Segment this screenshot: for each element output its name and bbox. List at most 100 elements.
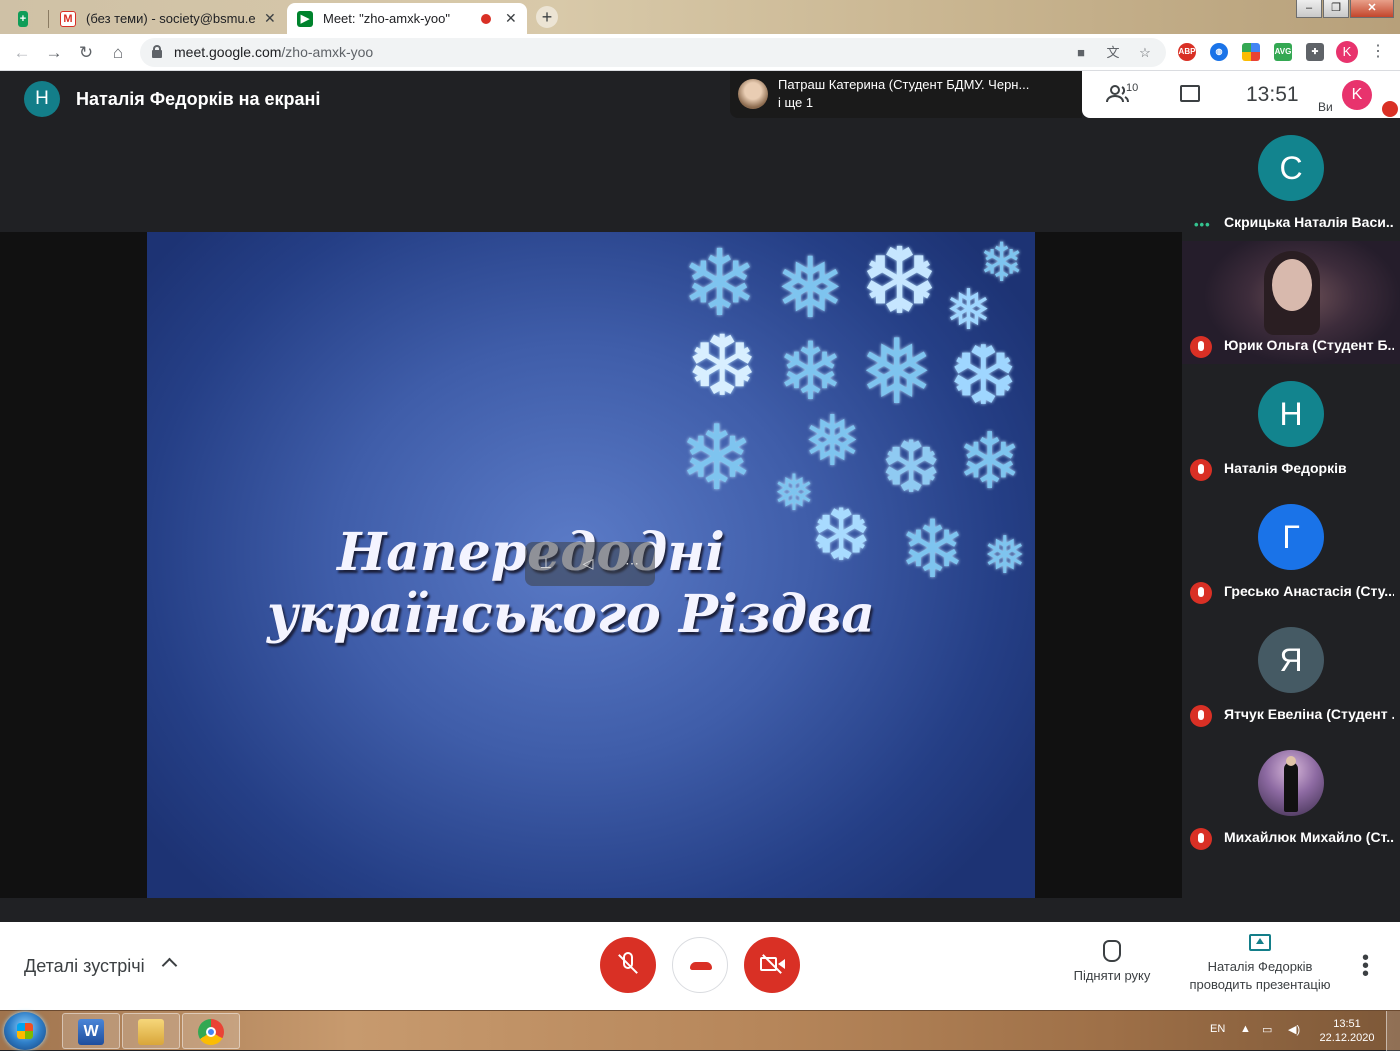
taskbar-app-explorer[interactable] (122, 1013, 180, 1049)
snowflake-icon: ❆ (949, 331, 1018, 422)
participant-tile[interactable]: Г Гресько Анастасія (Сту... (1182, 487, 1400, 610)
participant-avatar: Г (1258, 504, 1324, 570)
presenter-title: Наталія Федорків на екрані (76, 88, 321, 109)
snowflake-icon: ❄ (777, 327, 845, 416)
word-icon: W (78, 1019, 104, 1045)
presentation-status-button[interactable]: Наталія Федорків проводить презентацію (1180, 934, 1340, 994)
snowflake-icon: ❆ (861, 232, 939, 333)
presenting-label: Наталія Федорків проводить презентацію (1189, 959, 1331, 992)
system-clock[interactable]: 13:51 22.12.2020 (1318, 1017, 1376, 1045)
translate-icon[interactable]: 文 (1104, 44, 1122, 62)
chat-icon[interactable] (1180, 85, 1200, 102)
snowflake-icon: ❅ (859, 323, 935, 423)
participant-tile[interactable]: Я Ятчук Евеліна (Студент ... (1182, 610, 1400, 733)
network-icon[interactable]: ▭ (1262, 1023, 1272, 1036)
snowflake-icon: ❅ (773, 465, 815, 521)
new-tab-button[interactable]: + (536, 6, 558, 28)
participants-count: 10 (1126, 82, 1139, 94)
participant-tile[interactable]: Юрик Ольга (Студент Б... (1182, 241, 1400, 364)
meeting-top-controls: 10 13:51 Ви K (1082, 71, 1400, 118)
bookmark-star-icon[interactable]: ☆ (1136, 44, 1154, 62)
show-desktop-button[interactable] (1386, 1011, 1400, 1051)
participant-avatar: С (1258, 135, 1324, 201)
taskbar-app-word[interactable]: W (62, 1013, 120, 1049)
participant-tile[interactable]: Михайлюк Михайло (Ст... (1182, 733, 1400, 856)
tab-gmail[interactable]: M (без теми) - society@bsmu.edu.u ✕ (50, 3, 286, 34)
leave-call-button[interactable] (672, 937, 728, 993)
os-taskbar: W EN ▲ ▭ ◀) 13:51 22.12.2020 (0, 1010, 1400, 1051)
active-speaker-card[interactable]: Патраш Катерина (Студент БДМУ. Черн... і… (730, 71, 1082, 118)
speaker-more: і ще 1 (778, 95, 814, 110)
profile-avatar[interactable]: K (1336, 41, 1358, 63)
snowflake-icon: ❄ (681, 233, 759, 335)
show-hidden-icons-icon[interactable]: ▲ (1240, 1023, 1251, 1035)
puzzle-icon[interactable]: ✚ (1306, 43, 1324, 61)
address-bar[interactable]: meet.google.com/zho-amxk-yoo ■ 文 ☆ (140, 38, 1166, 67)
you-label: Ви (1318, 100, 1333, 114)
participant-tile[interactable]: С ••• Скрицька Наталія Васи... (1182, 118, 1400, 241)
snowflake-icon: ❅ (945, 278, 992, 341)
more-options-icon[interactable]: ⋯ (623, 554, 641, 572)
participant-name: Скрицька Наталія Васи... (1224, 214, 1394, 230)
speaker-avatar (738, 79, 768, 109)
hand-icon (1103, 940, 1121, 962)
camera-toggle-button[interactable] (744, 937, 800, 993)
forward-icon[interactable]: → (42, 41, 66, 65)
pin-icon[interactable]: ⊥ (537, 554, 555, 572)
pin-overlay[interactable]: ⊥ ◁ ⋯ (525, 542, 655, 586)
participant-name: Наталія Федорків (1224, 460, 1347, 476)
volume-icon[interactable]: ◀) (1288, 1023, 1300, 1036)
presentation-slide[interactable]: ❄ ❅ ❆ ❄ ❅ ❆ ❄ ❅ ❆ ❄ ❅ ❆ ❄ ❅ ❆ ❄ ❅ Напере… (147, 232, 1035, 898)
speaking-indicator-icon: ••• (1194, 217, 1211, 232)
participant-name: Михайлюк Михайло (Ст... (1224, 829, 1394, 845)
avg-icon[interactable]: AVG (1274, 43, 1292, 61)
hang-up-icon (690, 962, 712, 970)
participant-avatar: Я (1258, 627, 1324, 693)
speaker-name: Патраш Катерина (Студент БДМУ. Черн... (778, 77, 1030, 92)
snowflake-icon: ❆ (687, 319, 758, 413)
gmail-icon: M (60, 10, 76, 27)
taskbar-app-chrome[interactable] (182, 1013, 240, 1049)
snowflake-icon: ❅ (775, 241, 846, 335)
start-button[interactable] (4, 1012, 46, 1050)
participant-tile[interactable]: Н Наталія Федорків (1182, 364, 1400, 487)
raise-hand-label: Підняти руку (1073, 968, 1151, 983)
tab-title: Meet: "zho-amxk-yoo" (323, 11, 450, 26)
tab-meet[interactable]: ▶ Meet: "zho-amxk-yoo" ✕ (287, 3, 527, 34)
more-options-icon[interactable]: • • • (1362, 948, 1369, 984)
presenter-header: Н Наталія Федорків на екрані (24, 81, 320, 117)
lock-icon (152, 45, 162, 58)
tab-sheets[interactable]: + (8, 3, 48, 34)
meeting-clock: 13:51 (1246, 83, 1299, 106)
meeting-details-button[interactable]: Деталі зустрічі (24, 956, 145, 977)
participant-name: Гресько Анастасія (Сту... (1224, 583, 1394, 599)
volume-icon[interactable]: ◁ (579, 554, 597, 572)
url-text: meet.google.com/zho-amxk-yoo (174, 44, 374, 60)
mic-off-icon (1190, 705, 1212, 727)
close-icon[interactable]: ✕ (505, 10, 517, 27)
browser-toolbar: ← → ↻ ⌂ meet.google.com/zho-amxk-yoo ■ 文… (0, 34, 1400, 71)
minimize-button[interactable]: – (1296, 0, 1322, 18)
sheets-icon: + (18, 10, 28, 27)
back-icon[interactable]: ← (10, 41, 34, 65)
home-icon[interactable]: ⌂ (106, 41, 130, 65)
participant-strip: С ••• Скрицька Наталія Васи... Юрик Ольг… (1182, 118, 1400, 854)
apps-icon[interactable] (1242, 43, 1260, 61)
snowflake-icon: ❄ (957, 417, 1023, 505)
browser-menu-icon[interactable]: ⋮ (1370, 41, 1386, 61)
self-avatar[interactable]: K (1342, 80, 1372, 110)
camera-icon[interactable]: ■ (1072, 44, 1090, 62)
raise-hand-button[interactable]: Підняти руку (1068, 940, 1156, 983)
chevron-up-icon[interactable] (161, 957, 178, 974)
globe-icon[interactable]: ◍ (1210, 43, 1228, 61)
mic-off-icon (1190, 582, 1212, 604)
reload-icon[interactable]: ↻ (74, 41, 98, 65)
language-indicator[interactable]: EN (1210, 1023, 1225, 1035)
close-icon[interactable]: ✕ (264, 10, 276, 27)
tab-strip: + M (без теми) - society@bsmu.edu.u ✕ ▶ … (0, 0, 1400, 34)
microphone-toggle-button[interactable] (600, 937, 656, 993)
maximize-button[interactable]: ❐ (1323, 0, 1349, 18)
present-screen-icon (1249, 934, 1271, 951)
close-window-button[interactable]: ✕ (1350, 0, 1394, 18)
adblock-icon[interactable]: ABP (1178, 43, 1196, 61)
